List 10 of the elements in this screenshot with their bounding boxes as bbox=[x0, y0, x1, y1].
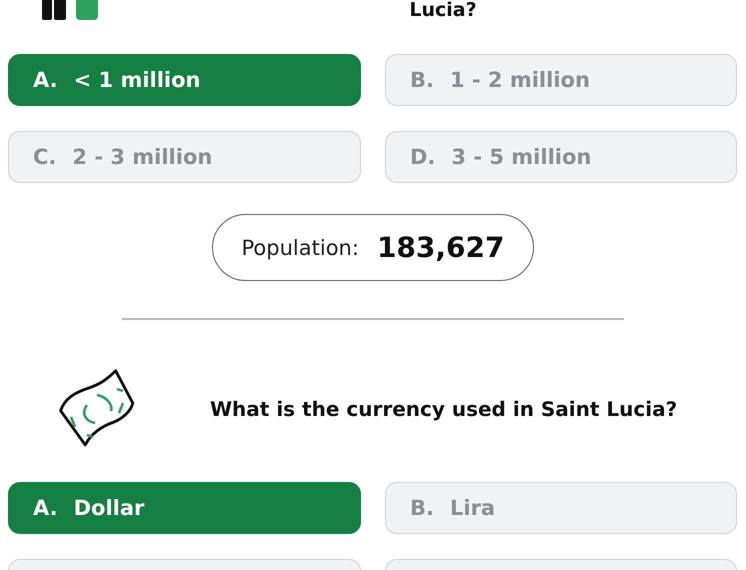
answer-option[interactable]: B. 1 - 2 million bbox=[385, 54, 737, 106]
answer-option[interactable]: A. < 1 million bbox=[8, 54, 361, 106]
answer-value: 183,627 bbox=[376, 231, 504, 264]
answer-option[interactable]: D. 3 - 5 million bbox=[385, 131, 737, 183]
answer-option[interactable]: C. 2 - 3 million bbox=[8, 131, 361, 183]
question-text: What is the currency used in Saint Lucia? bbox=[209, 397, 678, 421]
question-text: Lucia? bbox=[408, 0, 478, 20]
answer-option[interactable]: A. Dollar bbox=[8, 482, 361, 534]
answer-option[interactable]: B. Lira bbox=[385, 482, 737, 534]
answer-label: Population: bbox=[242, 236, 359, 260]
